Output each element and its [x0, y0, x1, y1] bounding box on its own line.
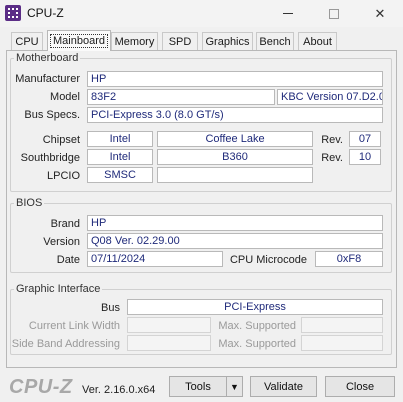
side-band-addressing-label: Side Band Addressing [11, 338, 120, 350]
cpu-z-app-icon [5, 5, 21, 21]
southbridge-model-field: B360 [157, 149, 313, 165]
side-band-max-supported-label: Max. Supported [218, 338, 296, 350]
tab-spd[interactable]: SPD [162, 32, 198, 50]
lpcio-model-field [157, 167, 313, 183]
bios-version-label: Version [43, 236, 80, 248]
bios-date-label: Date [56, 254, 80, 266]
link-width-max-supported-label: Max. Supported [218, 320, 296, 332]
bios-date-field: 07/11/2024 [87, 251, 223, 267]
link-width-max-supported-field [301, 317, 383, 333]
southbridge-vendor-field: Intel [87, 149, 153, 165]
bios-version-field: Q08 Ver. 02.29.00 [87, 233, 383, 249]
motherboard-legend: Motherboard [14, 52, 81, 64]
tab-mainboard[interactable]: Mainboard [47, 30, 111, 51]
close-button[interactable]: Close [325, 376, 395, 397]
model-version-field: KBC Version 07.D2.00 [277, 89, 383, 105]
chipset-model-field: Coffee Lake [157, 131, 313, 147]
southbridge-rev-label: Rev. [321, 152, 343, 164]
chipset-rev-label: Rev. [321, 134, 343, 146]
tab-label: Bench [259, 35, 291, 48]
gi-bus-field: PCI-Express [127, 299, 383, 315]
southbridge-label: Southbridge [20, 152, 80, 164]
cpu-microcode-label: CPU Microcode [229, 254, 307, 266]
maximize-button[interactable] [311, 0, 357, 27]
southbridge-rev-field: 10 [349, 149, 381, 165]
current-link-width-label: Current Link Width [28, 320, 120, 332]
version-text: Ver. 2.16.0.x64 [82, 384, 156, 396]
tab-label: Mainboard [50, 34, 108, 48]
tools-dropdown-button[interactable]: ▼ [226, 376, 243, 397]
tab-bench[interactable]: Bench [256, 32, 294, 50]
lpcio-vendor-field: SMSC [87, 167, 153, 183]
bios-brand-field: HP [87, 215, 383, 231]
tab-label: CPU [15, 35, 39, 48]
tab-label: About [303, 35, 332, 48]
maximize-icon [329, 8, 339, 19]
cpu-z-logo: CPU-Z [9, 376, 73, 398]
cpu-microcode-field: 0xF8 [315, 251, 383, 267]
bus-specs-label: Bus Specs. [24, 109, 80, 121]
tools-button[interactable]: Tools [169, 376, 227, 397]
model-field: 83F2 [87, 89, 275, 105]
side-band-max-supported-field [301, 335, 383, 351]
chipset-rev-field: 07 [349, 131, 381, 147]
close-window-button[interactable]: ✕ [357, 0, 403, 27]
close-icon: ✕ [374, 5, 386, 21]
tab-about[interactable]: About [298, 32, 337, 50]
validate-button[interactable]: Validate [250, 376, 317, 397]
manufacturer-field: HP [87, 71, 383, 87]
tab-memory[interactable]: Memory [111, 32, 158, 50]
lpcio-label: LPCIO [46, 170, 80, 182]
minimize-icon [283, 13, 293, 14]
tab-label: Memory [114, 35, 155, 48]
tab-label: SPD [168, 35, 192, 48]
manufacturer-label: Manufacturer [15, 73, 80, 85]
tab-label: Graphics [205, 35, 250, 48]
bios-legend: BIOS [14, 197, 45, 209]
minimize-button[interactable] [265, 0, 311, 27]
gi-bus-label: Bus [101, 302, 120, 314]
bus-specs-field: PCI-Express 3.0 (8.0 GT/s) [87, 107, 383, 123]
side-band-addressing-field [127, 335, 211, 351]
tab-cpu[interactable]: CPU [11, 32, 43, 50]
tab-graphics[interactable]: Graphics [202, 32, 253, 50]
bios-brand-label: Brand [50, 218, 80, 230]
graphic-interface-legend: Graphic Interface [14, 283, 103, 295]
chipset-vendor-field: Intel [87, 131, 153, 147]
chevron-down-icon: ▼ [230, 381, 239, 392]
current-link-width-field [127, 317, 211, 333]
model-label: Model [50, 91, 80, 103]
window-title: CPU-Z [27, 6, 64, 20]
chipset-label: Chipset [42, 134, 80, 146]
